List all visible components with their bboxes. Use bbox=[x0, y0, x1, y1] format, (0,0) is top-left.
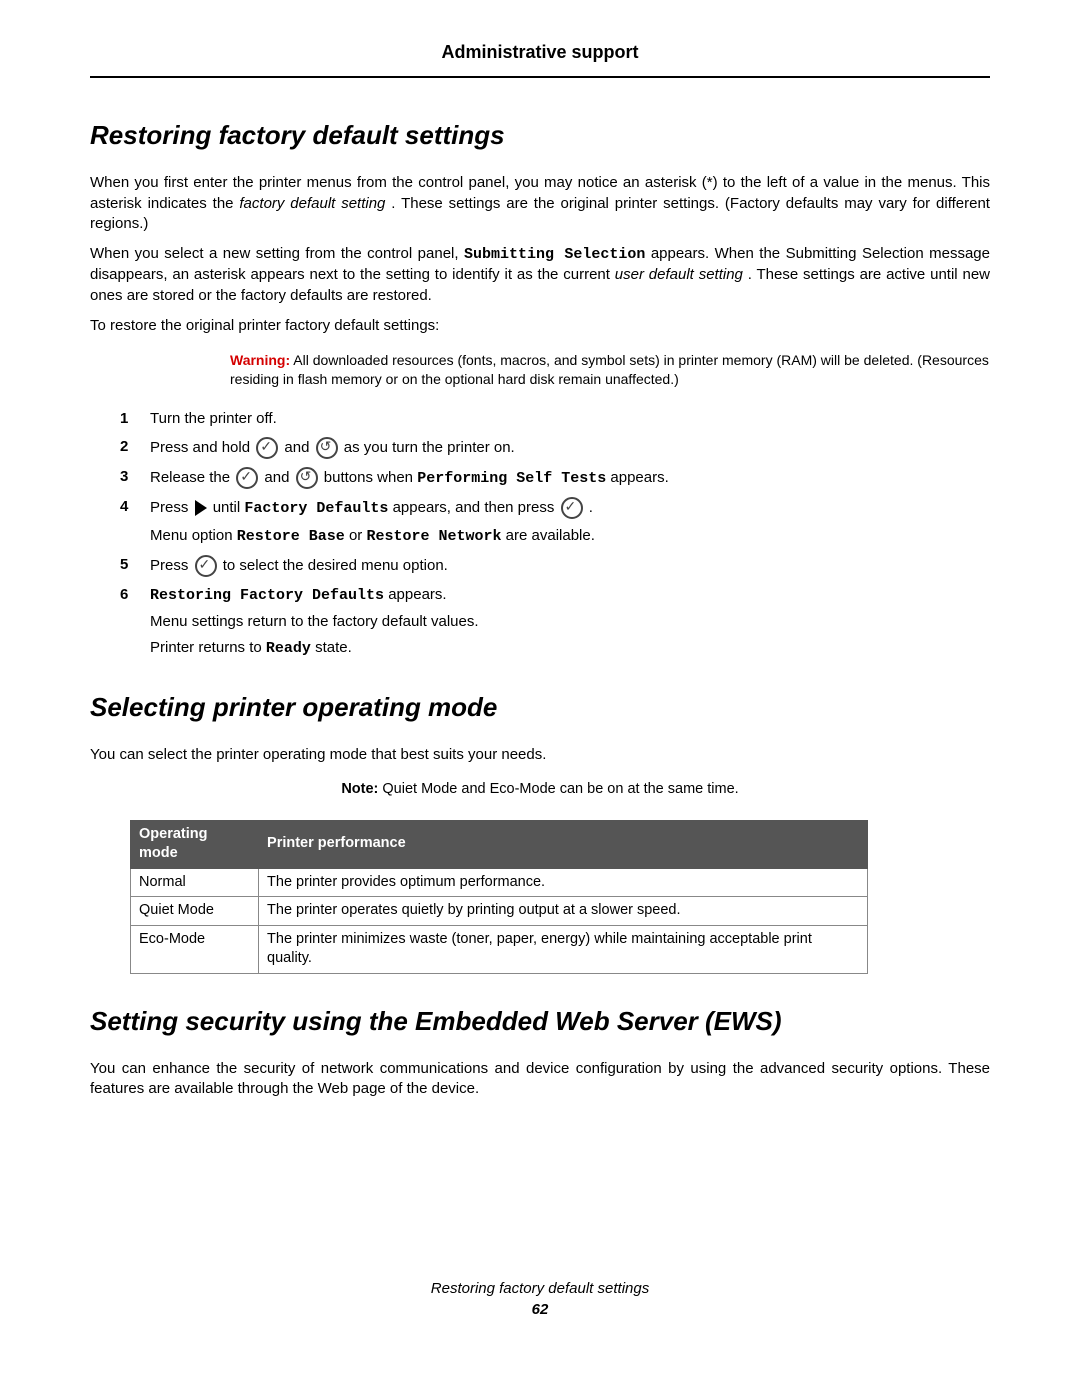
ews-intro: You can enhance the security of network … bbox=[90, 1059, 990, 1100]
intro-paragraph-1: When you first enter the printer menus f… bbox=[90, 173, 990, 234]
page-footer: Restoring factory default settings 62 bbox=[90, 1279, 990, 1320]
text: Press and hold bbox=[150, 439, 254, 456]
code-text: Performing Self Tests bbox=[417, 470, 606, 487]
code-text: Factory Defaults bbox=[244, 500, 388, 517]
text: to select the desired menu option. bbox=[223, 557, 448, 574]
text: Release the bbox=[150, 469, 234, 486]
page-number: 62 bbox=[90, 1300, 990, 1320]
text: until bbox=[213, 499, 245, 516]
cell-perf: The printer operates quietly by printing… bbox=[259, 897, 868, 926]
text: appears. bbox=[610, 469, 668, 486]
table-row: Normal The printer provides optimum perf… bbox=[131, 868, 868, 897]
cell-mode: Normal bbox=[131, 868, 259, 897]
cell-perf: The printer provides optimum performance… bbox=[259, 868, 868, 897]
footer-title: Restoring factory default settings bbox=[90, 1279, 990, 1299]
text: and bbox=[264, 469, 293, 486]
check-icon bbox=[256, 437, 278, 459]
text: and bbox=[284, 439, 313, 456]
back-icon bbox=[316, 437, 338, 459]
text: When you select a new setting from the c… bbox=[90, 245, 464, 262]
text: Press bbox=[150, 499, 193, 516]
text: as you turn the printer on. bbox=[344, 439, 515, 456]
steps-list: Turn the printer off. Press and hold and… bbox=[90, 409, 990, 660]
text-italic: factory default setting bbox=[239, 195, 385, 212]
step-3: Release the and buttons when Performing … bbox=[130, 467, 990, 489]
code-text: Restore Network bbox=[366, 528, 501, 545]
step-6: Restoring Factory Defaults appears. Menu… bbox=[130, 585, 990, 660]
text: appears. bbox=[388, 586, 446, 603]
heading-restoring: Restoring factory default settings bbox=[90, 118, 990, 153]
heading-ews: Setting security using the Embedded Web … bbox=[90, 1004, 990, 1039]
intro-paragraph-3: To restore the original printer factory … bbox=[90, 316, 990, 336]
code-text: Submitting Selection bbox=[464, 246, 645, 263]
text-italic: user default setting bbox=[615, 266, 743, 283]
step-5: Press to select the desired menu option. bbox=[130, 555, 990, 577]
intro-paragraph-2: When you select a new setting from the c… bbox=[90, 244, 990, 306]
text: Press bbox=[150, 557, 193, 574]
step-4-sub: Menu option Restore Base or Restore Netw… bbox=[150, 526, 990, 547]
text: are available. bbox=[506, 527, 595, 544]
code-text: Restoring Factory Defaults bbox=[150, 587, 384, 604]
note-block: Note: Quiet Mode and Eco-Mode can be on … bbox=[90, 780, 990, 800]
text: appears, and then press bbox=[393, 499, 559, 516]
table-row: Quiet Mode The printer operates quietly … bbox=[131, 897, 868, 926]
text: Menu option bbox=[150, 527, 237, 544]
operating-mode-table: Operating mode Printer performance Norma… bbox=[130, 820, 868, 974]
text: Printer returns to bbox=[150, 639, 266, 656]
text: or bbox=[349, 527, 367, 544]
back-icon bbox=[296, 467, 318, 489]
step-1: Turn the printer off. bbox=[130, 409, 990, 429]
warning-text: All downloaded resources (fonts, macros,… bbox=[230, 352, 989, 387]
play-icon bbox=[195, 500, 207, 516]
step-4: Press until Factory Defaults appears, an… bbox=[130, 497, 990, 546]
step-6-sub2: Printer returns to Ready state. bbox=[150, 638, 990, 659]
check-icon bbox=[236, 467, 258, 489]
table-header-perf: Printer performance bbox=[259, 820, 868, 868]
text: . bbox=[589, 499, 593, 516]
step-6-sub1: Menu settings return to the factory defa… bbox=[150, 612, 990, 632]
text: state. bbox=[315, 639, 352, 656]
warning-label: Warning: bbox=[230, 352, 290, 368]
table-header-mode: Operating mode bbox=[131, 820, 259, 868]
code-text: Restore Base bbox=[237, 528, 345, 545]
cell-mode: Eco-Mode bbox=[131, 925, 259, 973]
code-text: Ready bbox=[266, 640, 311, 657]
note-text: Quiet Mode and Eco-Mode can be on at the… bbox=[382, 781, 738, 797]
warning-block: Warning: All downloaded resources (fonts… bbox=[230, 351, 990, 389]
table-row: Eco-Mode The printer minimizes waste (to… bbox=[131, 925, 868, 973]
note-label: Note: bbox=[341, 781, 378, 797]
step-2: Press and hold and as you turn the print… bbox=[130, 437, 990, 459]
text: buttons when bbox=[324, 469, 417, 486]
check-icon bbox=[195, 555, 217, 577]
cell-mode: Quiet Mode bbox=[131, 897, 259, 926]
operating-mode-intro: You can select the printer operating mod… bbox=[90, 745, 990, 765]
cell-perf: The printer minimizes waste (toner, pape… bbox=[259, 925, 868, 973]
check-icon bbox=[561, 497, 583, 519]
page-header: Administrative support bbox=[90, 40, 990, 78]
heading-operating-mode: Selecting printer operating mode bbox=[90, 690, 990, 725]
